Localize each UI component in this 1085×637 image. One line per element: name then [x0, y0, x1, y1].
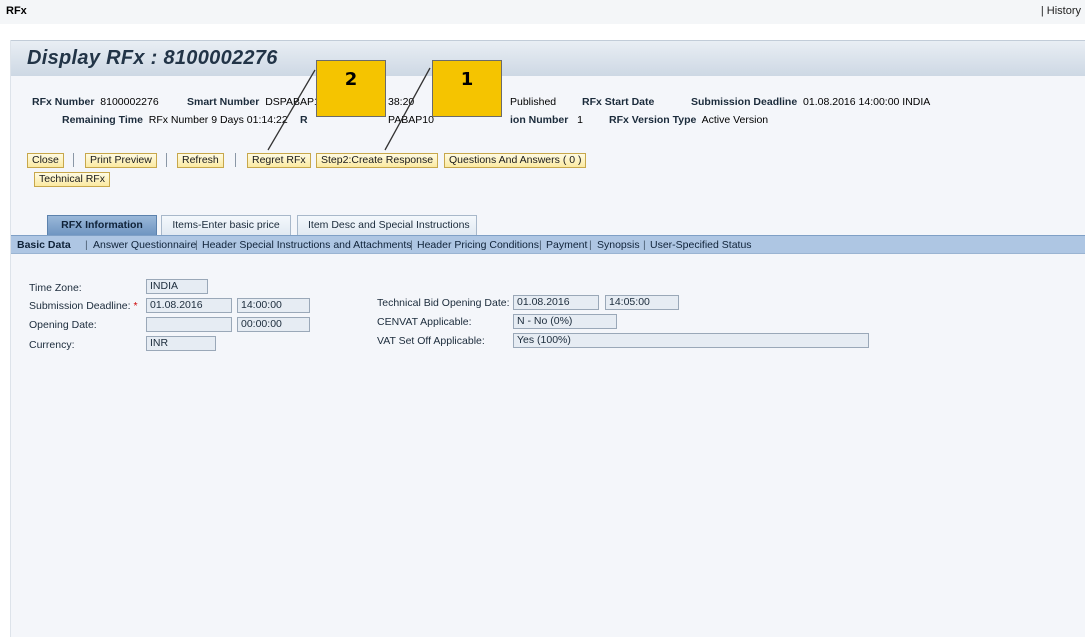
smart-number-field: Smart Number DSPABAP10 — [187, 96, 326, 108]
refresh-button[interactable]: Refresh — [177, 153, 224, 168]
sub-navigation: Basic Data | Answer Questionnaire | Head… — [11, 235, 1085, 254]
app-name: RFx — [6, 5, 27, 17]
rfx-number-value: 8100002276 — [100, 96, 159, 108]
toolbar-separator — [166, 153, 167, 167]
subnav-header-special-instructions[interactable]: Header Special Instructions and Attachme… — [202, 239, 412, 251]
version-type-value: Active Version — [701, 114, 769, 126]
top-bar: RFx | History — [0, 0, 1085, 24]
subnav-separator: | — [589, 239, 592, 251]
subnav-synopsis[interactable]: Synopsis — [597, 239, 640, 251]
create-response-button[interactable]: Step2:Create Response — [316, 153, 439, 168]
submission-deadline-field: Submission Deadline 01.08.2016 14:00:00 … — [691, 96, 930, 108]
tab-rfx-information[interactable]: RFX Information — [47, 215, 157, 235]
questions-answers-button[interactable]: Questions And Answers ( 0 ) — [444, 153, 587, 168]
row2-fragment-label: R — [300, 114, 308, 126]
title-bar: Display RFx : 8100002276 — [11, 40, 1085, 76]
toolbar-separator — [73, 153, 74, 167]
smart-number-label: Smart Number — [187, 96, 260, 108]
submission-date-field: 01.08.2016 — [146, 298, 232, 313]
main-content: Display RFx : 8100002276 RFx Number 8100… — [10, 40, 1085, 637]
toolbar-separator — [235, 153, 236, 167]
opening-date-label: Opening Date: — [29, 319, 97, 331]
cenvat-field: N - No (0%) — [513, 314, 617, 329]
subnav-separator: | — [410, 239, 413, 251]
subnav-header-pricing-conditions[interactable]: Header Pricing Conditions — [417, 239, 539, 251]
subnav-answer-questionnaire[interactable]: Answer Questionnaire — [93, 239, 196, 251]
basic-data-form: Time Zone: INDIA Submission Deadline: * … — [11, 254, 1085, 637]
submission-deadline-form-label: Submission Deadline: * — [29, 300, 138, 312]
subnav-user-specified-status[interactable]: User-Specified Status — [650, 239, 752, 251]
opening-time-field: 00:00:00 — [237, 317, 310, 332]
subnav-separator: | — [195, 239, 198, 251]
opening-date-field — [146, 317, 232, 332]
subnav-payment[interactable]: Payment — [546, 239, 587, 251]
status-value: Published — [510, 96, 557, 108]
version-type-field: RFx Version Type Active Version — [609, 114, 768, 126]
time-zone-label: Time Zone: — [29, 282, 82, 294]
cenvat-label: CENVAT Applicable: — [377, 316, 472, 328]
subnav-separator: | — [539, 239, 542, 251]
time-zone-field: INDIA — [146, 279, 208, 294]
rfx-start-date-label: RFx Start Date — [582, 96, 655, 108]
tech-bid-opening-label: Technical Bid Opening Date: — [377, 297, 510, 309]
rfx-number-field: RFx Number 8100002276 — [32, 96, 159, 108]
rfx-number-label: RFx Number — [32, 96, 95, 108]
print-preview-button[interactable]: Print Preview — [85, 153, 157, 168]
vat-set-off-field: Yes (100%) — [513, 333, 869, 348]
required-marker: * — [133, 300, 138, 312]
currency-label: Currency: — [29, 339, 75, 351]
submission-time-field: 14:00:00 — [237, 298, 310, 313]
version-number-field: ion Number 1 — [510, 114, 583, 126]
submission-deadline-value: 01.08.2016 14:00:00 INDIA — [803, 96, 931, 108]
page-title: Display RFx : 8100002276 — [27, 47, 278, 69]
tab-item-desc-special-instructions[interactable]: Item Desc and Special Instructions — [297, 215, 477, 235]
header-info: RFx Number 8100002276 Smart Number DSPAB… — [11, 76, 1085, 136]
subnav-basic-data[interactable]: Basic Data — [17, 239, 71, 251]
tab-strip: RFX Information Items-Enter basic price … — [11, 215, 1085, 235]
remaining-time-field: Remaining Time RFx Number 9 Days 01:14:2… — [62, 114, 288, 126]
step-1-callout: 1 — [432, 60, 502, 117]
regret-rfx-button[interactable]: Regret RFx — [247, 153, 311, 168]
tech-bid-time-field: 14:05:00 — [605, 295, 679, 310]
step-2-callout: 2 — [316, 60, 386, 117]
remaining-time-value: RFx Number 9 Days 01:14:22 — [148, 114, 288, 126]
history-link[interactable]: | History — [1041, 5, 1081, 17]
row2-fragment-value: PABAP10 — [388, 114, 434, 126]
version-number-label: ion Number — [510, 114, 569, 126]
technical-rfx-button[interactable]: Technical RFx — [34, 172, 110, 187]
subnav-separator: | — [643, 239, 646, 251]
close-button[interactable]: Close — [27, 153, 64, 168]
vat-set-off-label: VAT Set Off Applicable: — [377, 335, 485, 347]
currency-field: INR — [146, 336, 216, 351]
tab-items-enter-basic-price[interactable]: Items-Enter basic price — [161, 215, 291, 235]
submission-deadline-label: Submission Deadline — [691, 96, 798, 108]
tech-bid-date-field: 01.08.2016 — [513, 295, 599, 310]
remaining-time-label: Remaining Time — [62, 114, 143, 126]
version-number-value: 1 — [577, 114, 583, 126]
time-fragment: 38:20 — [388, 96, 415, 108]
subnav-separator: | — [85, 239, 88, 251]
version-type-label: RFx Version Type — [609, 114, 697, 126]
